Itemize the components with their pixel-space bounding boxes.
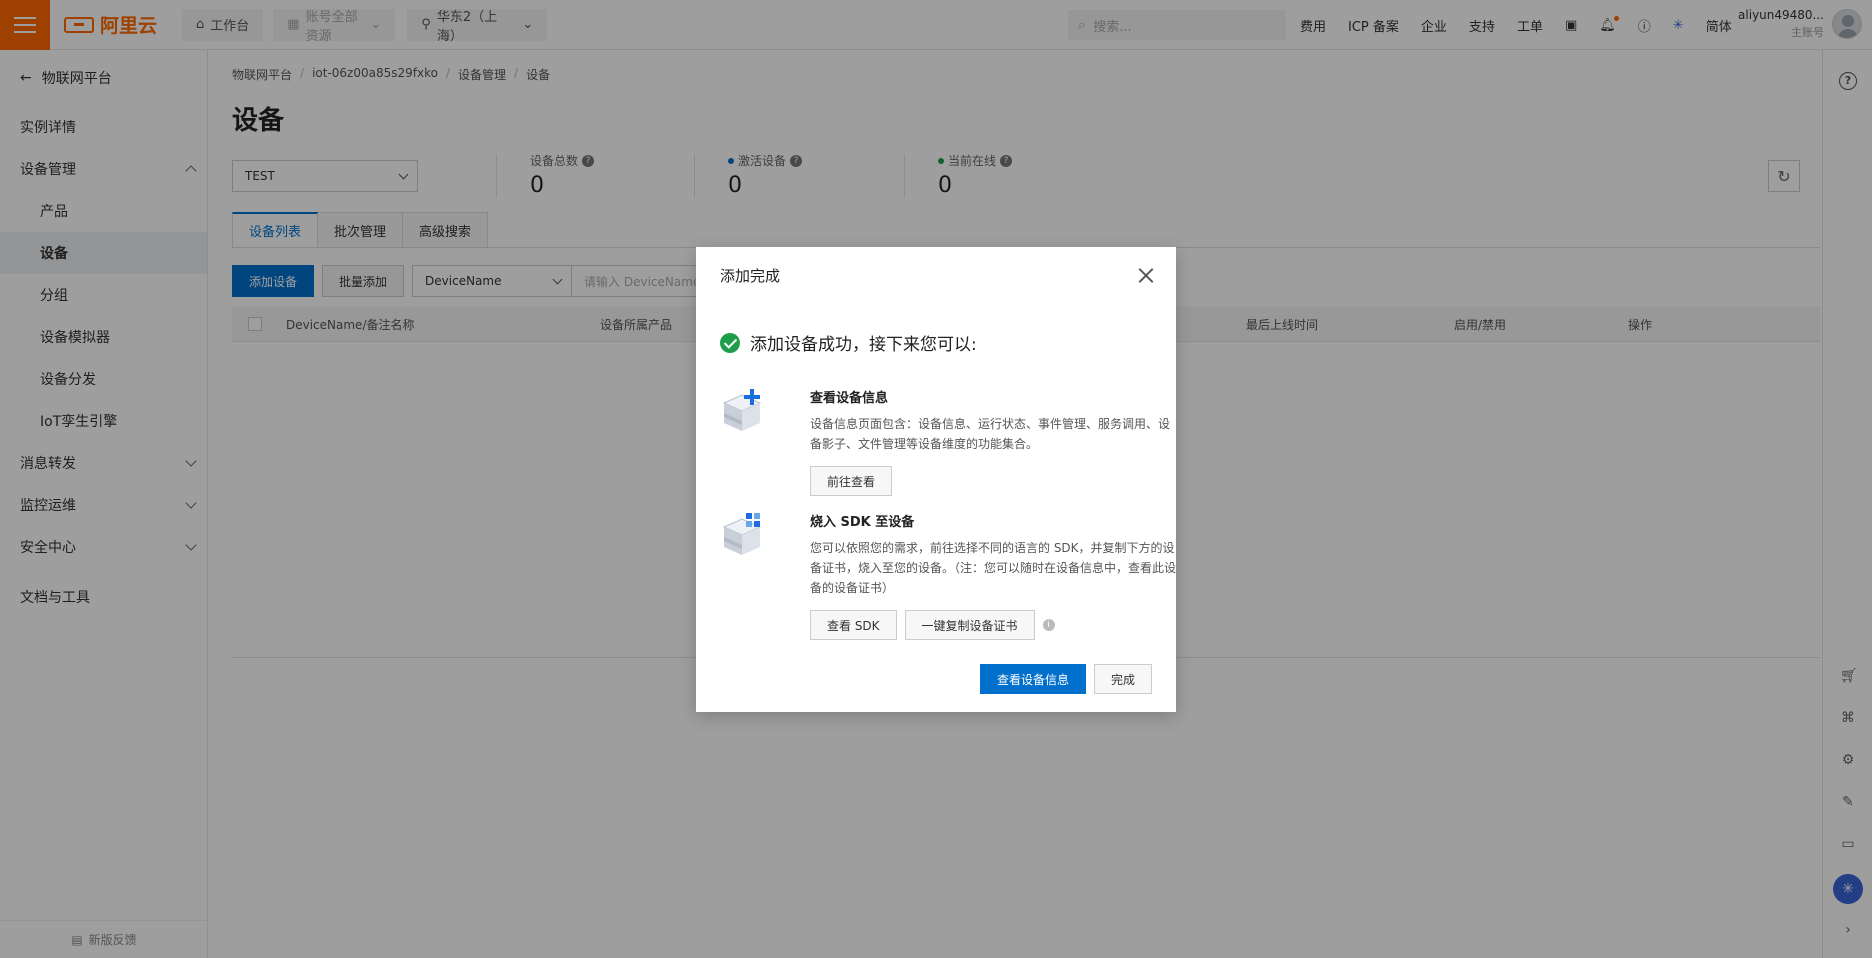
dialog-footer: 查看设备信息 完成: [979, 664, 1152, 694]
device-cube-grid-icon: [722, 513, 762, 555]
go-view-button[interactable]: 前往查看: [810, 466, 893, 496]
section-title: 查看设备信息: [810, 391, 889, 406]
section-description: 设备信息页面包含：设备信息、运行状态、事件管理、服务调用、设备影子、文件管理等设…: [810, 417, 1171, 451]
copy-certificate-button[interactable]: 一键复制设备证书: [904, 610, 1035, 640]
close-icon[interactable]: [1138, 267, 1154, 283]
done-button[interactable]: 完成: [1093, 664, 1152, 694]
view-sdk-button[interactable]: 查看 SDK: [810, 610, 897, 640]
check-circle-icon: [720, 332, 740, 353]
view-device-info-button[interactable]: 查看设备信息: [979, 664, 1086, 694]
add-complete-dialog: 添加完成 添加设备成功，接下来您可以: 查看设备信息 设备信息页面包含：设备信息…: [696, 247, 1176, 712]
info-icon[interactable]: i: [1042, 619, 1055, 631]
section-description: 您可以依照您的需求，前往选择不同的语言的 SDK，并复制下方的设备证书，烧入至您…: [810, 541, 1177, 595]
section-title: 烧入 SDK 至设备: [810, 515, 915, 530]
success-message: 添加设备成功，接下来您可以:: [720, 330, 977, 355]
dialog-title: 添加完成: [720, 267, 781, 285]
device-cube-plus-icon: [722, 389, 762, 431]
